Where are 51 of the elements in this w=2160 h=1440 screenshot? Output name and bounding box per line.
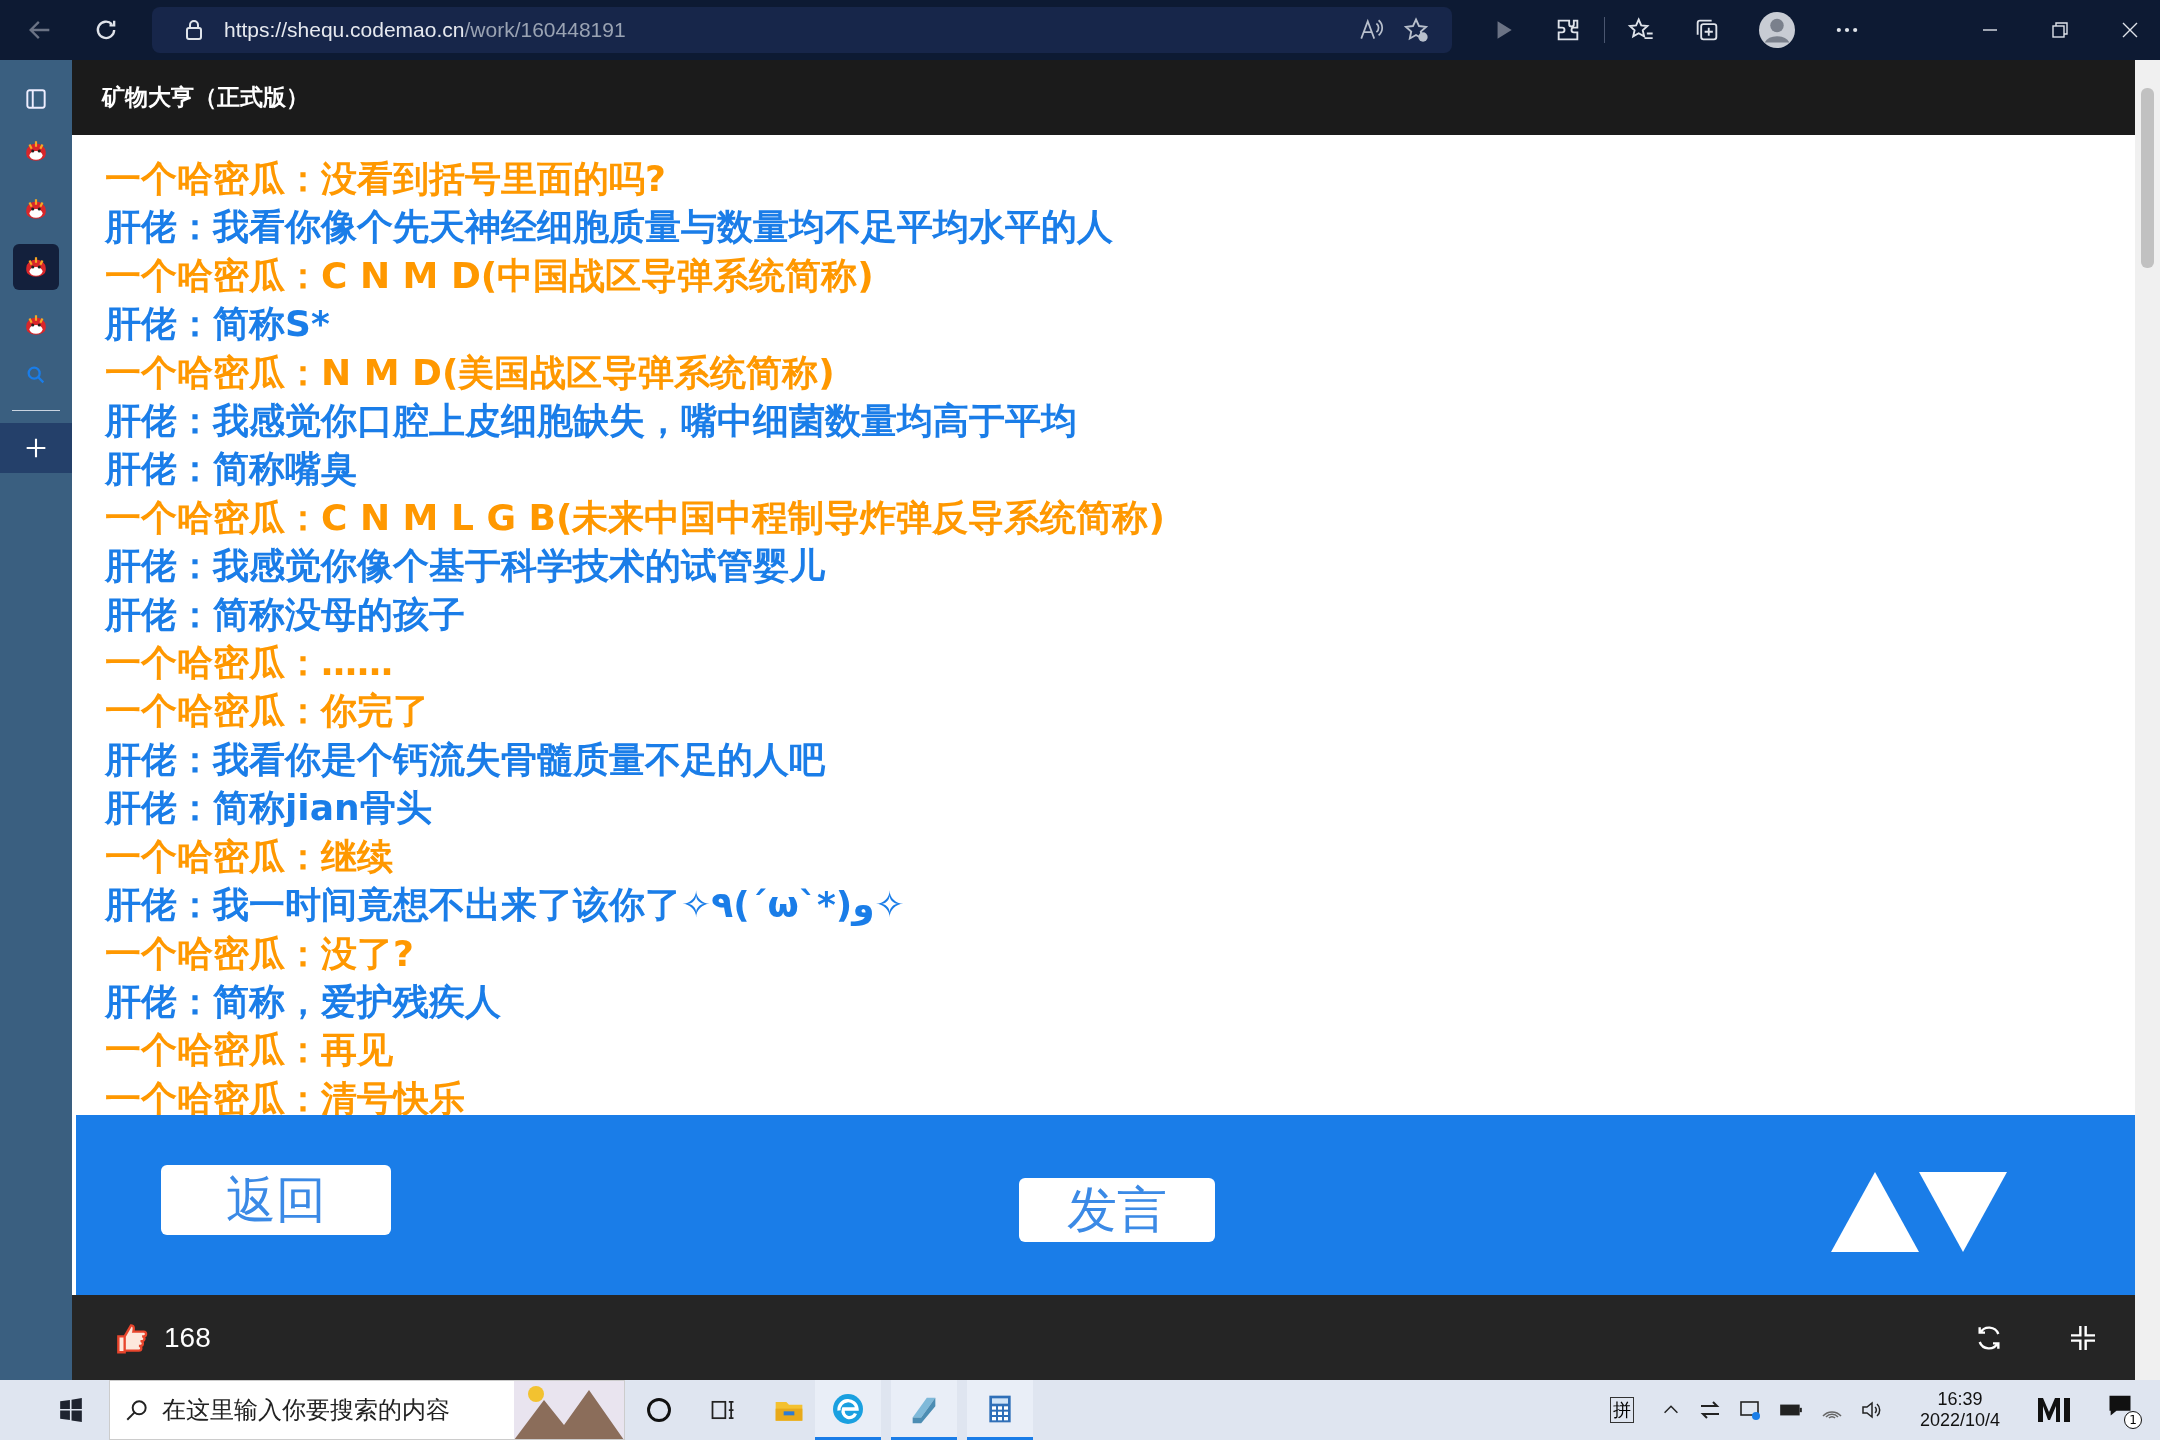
calculator-taskbar-icon[interactable] [967, 1380, 1033, 1440]
input-method-indicator[interactable]: 拼 [1609, 1397, 1634, 1423]
chat-message: 肝佬：我看你是个钙流失骨髓质量不足的人吧 [105, 737, 826, 782]
cortana-icon[interactable] [645, 1396, 673, 1424]
clock-time: 16:39 [1937, 1389, 1983, 1410]
taskbar-search-field[interactable]: 在这里输入你要搜索的内容 [109, 1380, 625, 1440]
scrollbar[interactable] [2135, 60, 2160, 1380]
chat-message: 一个哈密瓜：你完了 [105, 689, 430, 734]
notification-button[interactable]: 1 [2106, 1391, 2142, 1429]
tab-panel-icon[interactable] [23, 86, 49, 112]
chat-message: 一个哈密瓜：没了? [105, 931, 415, 976]
chat-message: 一个哈密瓜：继续 [105, 834, 394, 879]
chat-message: 一个哈密瓜：C N M L G B(未来中国中程制导炸弹反导系统简称) [105, 495, 1166, 540]
taskbar-clock[interactable]: 16:39 2022/10/4 [1919, 1389, 2000, 1431]
chat-message: 肝佬：简称没母的孩子 [105, 592, 466, 637]
chat-message: 肝佬：我看你像个先天神经细胞质量与数量均不足平均水平的人 [105, 205, 1114, 250]
chat-message: 肝佬：我一时间竟想不出来了该你了✧٩(ˊωˋ*)و✧ [105, 883, 906, 928]
clock-date: 2022/10/4 [1919, 1410, 2000, 1431]
sidebar-tab[interactable] [13, 244, 59, 290]
chat-message: 肝佬：简称，爱护残疾人 [105, 979, 502, 1024]
project-title: 矿物大亨（正式版） [102, 83, 309, 112]
chat-message: 一个哈密瓜：…… [105, 641, 394, 686]
chat-message: 肝佬：简称嘴臭 [105, 447, 358, 492]
mascot-icon [23, 138, 49, 164]
scroll-down-button[interactable] [1919, 1172, 2007, 1252]
chat-message: 一个哈密瓜：N M D(美国战区导弹系统简称) [105, 350, 836, 395]
notification-count: 1 [2124, 1411, 2142, 1429]
address-bar[interactable]: https://shequ.codemao.cn/work/160448191 [152, 7, 1452, 53]
url-text: https://shequ.codemao.cn/work/160448191 [224, 18, 626, 42]
mascot-icon [23, 254, 49, 280]
mascot-icon [23, 312, 49, 338]
browser-taskbar-icon[interactable] [815, 1380, 881, 1440]
search-icon [124, 1397, 150, 1423]
chat-message: 肝佬：我感觉你口腔上皮细胞缺失，嘴中细菌数量均高于平均 [105, 399, 1078, 444]
windows-start-icon[interactable] [58, 1397, 84, 1423]
chat-message: 一个哈密瓜：再见 [105, 1028, 394, 1073]
chat-message: 肝佬：简称jian骨头 [105, 786, 433, 831]
notepad-taskbar-icon[interactable] [891, 1380, 957, 1440]
chat-message: 一个哈密瓜：没看到括号里面的吗? [105, 157, 667, 201]
monitor-icon[interactable] [1737, 1398, 1762, 1422]
chat-message: 肝佬：我感觉你像个基于科学技术的试管婴儿 [105, 544, 826, 589]
scroll-up-button[interactable] [1831, 1172, 1919, 1252]
app-logo-icon[interactable] [2036, 1396, 2072, 1424]
chat-message: 肝佬：简称S* [105, 302, 331, 347]
like-count: 168 [164, 1321, 211, 1354]
profile-avatar-icon[interactable] [1759, 12, 1795, 48]
favorite-add-icon[interactable] [1402, 16, 1430, 44]
speak-button[interactable]: 发言 [1019, 1178, 1215, 1242]
chat-message: 一个哈密瓜：C N M D(中国战区导弹系统简称) [105, 253, 875, 298]
mascot-icon [23, 196, 49, 222]
back-button[interactable]: 返回 [161, 1165, 391, 1235]
